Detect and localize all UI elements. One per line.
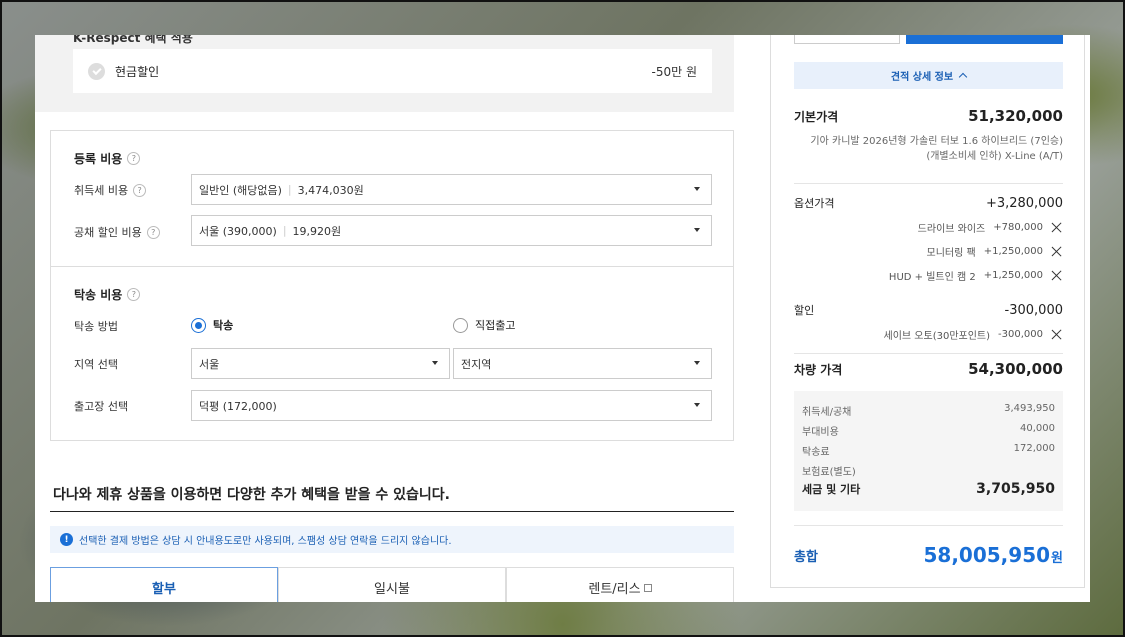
radio-direct-pickup[interactable]: 직접출고 bbox=[453, 317, 515, 333]
acq-tax-label: 취득세 비용 ? bbox=[74, 182, 147, 198]
remove-icon[interactable] bbox=[1051, 270, 1062, 281]
radio-dot[interactable] bbox=[453, 317, 468, 333]
payment-notice: ! 선택한 결제 방법은 상담 시 안내용도로만 사용되며, 스팸성 상담 연락… bbox=[50, 526, 734, 553]
caret-down-icon bbox=[432, 361, 438, 365]
divider bbox=[794, 353, 1063, 354]
option-price-row: 옵션가격 +3,280,000 bbox=[794, 195, 1063, 211]
price-summary-panel: 견적 상세 정보 기본가격 51,320,000 기아 카니발 2026년형 가… bbox=[770, 35, 1085, 588]
divider bbox=[794, 525, 1063, 526]
help-icon[interactable]: ? bbox=[133, 183, 147, 197]
primary-action-button[interactable] bbox=[906, 35, 1063, 44]
help-icon[interactable]: ? bbox=[146, 225, 160, 239]
tax-row: 취득세/공채 3,493,950 bbox=[802, 403, 1055, 418]
bond-select[interactable]: 서울 (390,000) | 19,920원 bbox=[191, 215, 712, 246]
estimate-detail-toggle[interactable]: 견적 상세 정보 bbox=[794, 62, 1063, 89]
help-icon[interactable]: ? bbox=[127, 152, 141, 165]
partner-title: 다나와 제휴 상품을 이용하면 다양한 추가 혜택을 받을 수 있습니다. bbox=[53, 487, 450, 503]
method-label: 탁송 방법 bbox=[74, 320, 118, 333]
check-icon[interactable] bbox=[88, 62, 105, 80]
help-icon[interactable]: ? bbox=[127, 288, 141, 301]
acq-tax-select[interactable]: 일반인 (해당없음) | 3,474,030원 bbox=[191, 174, 712, 205]
registration-cost-section: 등록 비용 ? 취득세 비용 ? 일반인 (해당없음) | 3,474,030원… bbox=[50, 130, 734, 267]
model-description: 기아 카니발 2026년형 가솔린 터보 1.6 하이브리드 (7인승) (개별… bbox=[810, 136, 1063, 162]
divider bbox=[50, 511, 734, 512]
total-price: 58,005,950원 bbox=[923, 543, 1064, 567]
region-select[interactable]: 서울 bbox=[191, 348, 450, 379]
option-item: 드라이브 와이즈 +780,000 bbox=[918, 220, 1062, 235]
tab-installment[interactable]: 할부 bbox=[50, 567, 278, 602]
tax-row: 부대비용 40,000 bbox=[802, 423, 1055, 438]
info-icon: ! bbox=[60, 533, 73, 546]
discount-row: 할인 -300,000 bbox=[794, 302, 1063, 318]
region-label: 지역 선택 bbox=[74, 358, 118, 371]
base-price-row: 기본가격 51,320,000 bbox=[794, 107, 1063, 125]
registration-title: 등록 비용 ? bbox=[74, 150, 141, 167]
chevron-up-icon bbox=[958, 72, 968, 82]
tab-rent-lease[interactable]: 렌트/리스 bbox=[506, 567, 734, 602]
external-link-icon bbox=[643, 583, 652, 592]
depot-select[interactable]: 덕평 (172,000) bbox=[191, 390, 712, 421]
cash-discount-row[interactable]: 현금할인 -50만 원 bbox=[73, 49, 712, 93]
district-select[interactable]: 전지역 bbox=[453, 348, 712, 379]
tab-lump-sum[interactable]: 일시불 bbox=[278, 567, 506, 602]
remove-icon[interactable] bbox=[1051, 329, 1062, 340]
remove-icon[interactable] bbox=[1051, 222, 1062, 233]
promo-item-label: 현금할인 bbox=[115, 64, 160, 79]
radio-dot[interactable] bbox=[191, 317, 206, 333]
tax-total-row: 세금 및 기타 3,705,950 bbox=[802, 481, 1055, 497]
radio-delivery[interactable]: 탁송 bbox=[191, 317, 233, 333]
payment-tabs: 할부 일시불 렌트/리스 bbox=[50, 567, 734, 602]
price-summary-column: 견적 상세 정보 기본가격 51,320,000 기아 카니발 2026년형 가… bbox=[770, 35, 1090, 602]
promo-panel: K-Respect 혜택 적용 현금할인 -50만 원 bbox=[35, 35, 734, 112]
option-item: 모니터링 팩 +1,250,000 bbox=[927, 244, 1062, 259]
delivery-title: 탁송 비용 ? bbox=[74, 286, 141, 303]
quantity-input[interactable] bbox=[794, 35, 900, 44]
tax-row: 보험료(별도) bbox=[802, 467, 856, 478]
divider bbox=[794, 183, 1063, 184]
caret-down-icon bbox=[694, 403, 700, 407]
remove-icon[interactable] bbox=[1051, 246, 1062, 257]
tax-breakdown: 취득세/공채 3,493,950 부대비용 40,000 탁송료 172,000… bbox=[794, 391, 1063, 511]
caret-down-icon bbox=[694, 361, 700, 365]
total-row: 총합 58,005,950원 bbox=[794, 543, 1063, 567]
tax-row: 탁송료 172,000 bbox=[802, 443, 1055, 458]
estimate-options-column: K-Respect 혜택 적용 현금할인 -50만 원 등록 비용 ? 취득세 … bbox=[35, 35, 750, 602]
caret-down-icon bbox=[694, 228, 700, 232]
estimate-page: K-Respect 혜택 적용 현금할인 -50만 원 등록 비용 ? 취득세 … bbox=[35, 35, 1090, 602]
bond-label: 공채 할인 비용 ? bbox=[74, 224, 160, 240]
caret-down-icon bbox=[694, 187, 700, 191]
option-item: HUD + 빌트인 캠 2 +1,250,000 bbox=[889, 268, 1062, 283]
discount-item: 세이브 오토(30만포인트) -300,000 bbox=[884, 327, 1062, 342]
car-price-row: 차량 가격 54,300,000 bbox=[794, 360, 1063, 378]
depot-label: 출고장 선택 bbox=[74, 400, 129, 413]
promo-title: K-Respect 혜택 적용 bbox=[73, 35, 193, 45]
promo-item-amount: -50만 원 bbox=[651, 64, 698, 79]
delivery-cost-section: 탁송 비용 ? 탁송 방법 탁송 직접출고 지역 선택 서울 전지역 출고장 선… bbox=[50, 266, 734, 441]
